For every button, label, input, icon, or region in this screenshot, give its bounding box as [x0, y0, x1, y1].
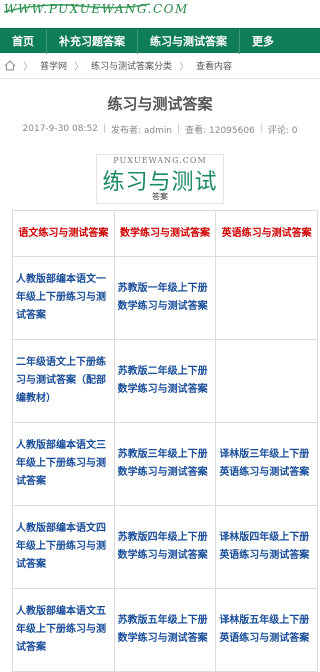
author: 发布者: admin: [110, 125, 173, 136]
breadcrumb-category[interactable]: 练习与测试答案分类: [91, 59, 172, 72]
math-answer-link[interactable]: 苏教版二年级上下册数学练习与测试答案: [113, 339, 217, 423]
nav-supplementary-exercises[interactable]: 补充习题答案: [47, 29, 137, 54]
chinese-answer-link[interactable]: 人教版部编本语文五年级上下册练习与测试答案: [12, 588, 115, 672]
english-answer-link[interactable]: 译林版三年级上下册英语练习与测试答案: [215, 422, 318, 506]
math-answer-link[interactable]: 苏教版五年级上下册数学练习与测试答案: [113, 588, 217, 672]
breadcrumb: 〉 普学网 〉 练习与测试答案分类 〉 查看内容: [0, 53, 320, 79]
table-header-row: 语文练习与测试答案 数学练习与测试答案 英语练习与测试答案: [12, 210, 318, 257]
article-meta: 2017-9-30 08:52 | 发布者: admin | 查看: 12095…: [0, 122, 320, 136]
meta-separator: |: [259, 124, 263, 134]
math-answer-link[interactable]: 苏教版三年级上下册数学练习与测试答案: [113, 422, 217, 506]
site-logo-text: WWW.PUXUEWANG.COM: [4, 2, 189, 16]
meta-separator: |: [102, 124, 106, 134]
english-answer-link[interactable]: 译林版五年级上下册英语练习与测试答案: [215, 588, 318, 672]
nav-more[interactable]: 更多: [240, 29, 286, 54]
header-chinese: 语文练习与测试答案: [12, 210, 115, 257]
header-english: 英语练习与测试答案: [215, 210, 318, 257]
answers-table: 语文练习与测试答案 数学练习与测试答案 英语练习与测试答案 人教版部编本语文一年…: [12, 210, 318, 672]
view-count: 查看: 12095606: [185, 125, 255, 136]
breadcrumb-site[interactable]: 普学网: [40, 59, 67, 72]
main-nav: 首页 补充习题答案 练习与测试答案 更多: [0, 28, 320, 54]
home-icon[interactable]: [4, 60, 16, 71]
table-row: 人教版部编本语文四年级上下册练习与测试答案 苏教版四年级上下册数学练习与测试答案…: [12, 505, 318, 589]
site-logo-banner[interactable]: WWW.PUXUEWANG.COM: [0, 0, 320, 28]
table-row: 人教版部编本语文三年级上下册练习与测试答案 苏教版三年级上下册数学练习与测试答案…: [12, 422, 318, 506]
english-answer-link[interactable]: 译林版四年级上下册英语练习与测试答案: [215, 505, 318, 589]
table-row: 人教版部编本语文一年级上下册练习与测试答案 苏教版一年级上下册数学练习与测试答案: [12, 256, 318, 340]
empty-cell: [215, 256, 318, 340]
publish-date: 2017-9-30 08:52: [22, 124, 98, 134]
article-logo-image: PUXUEWANG.COM 练习与测试 答案: [96, 154, 224, 204]
table-row: 二年级语文上下册练习与测试答案（配部编教材） 苏教版二年级上下册数学练习与测试答…: [12, 339, 318, 423]
chinese-answer-link[interactable]: 人教版部编本语文四年级上下册练习与测试答案: [12, 505, 115, 589]
nav-practice-test-answers[interactable]: 练习与测试答案: [138, 29, 239, 54]
comment-count: 评论: 0: [267, 125, 298, 136]
math-answer-link[interactable]: 苏教版四年级上下册数学练习与测试答案: [113, 505, 217, 589]
header-math: 数学练习与测试答案: [113, 210, 217, 257]
chevron-right-icon: 〉: [23, 62, 33, 73]
chinese-answer-link[interactable]: 人教版部编本语文一年级上下册练习与测试答案: [12, 256, 115, 340]
table-row: 人教版部编本语文五年级上下册练习与测试答案 苏教版五年级上下册数学练习与测试答案…: [12, 588, 318, 672]
page-title: 练习与测试答案: [107, 95, 213, 113]
chevron-right-icon: 〉: [74, 62, 85, 73]
empty-cell: [215, 339, 318, 423]
chinese-answer-link[interactable]: 人教版部编本语文三年级上下册练习与测试答案: [12, 422, 115, 506]
chinese-answer-link[interactable]: 二年级语文上下册练习与测试答案（配部编教材）: [12, 339, 115, 423]
breadcrumb-current: 查看内容: [196, 62, 233, 72]
article-logo-subtitle: 答案: [152, 192, 168, 201]
meta-separator: |: [177, 124, 181, 134]
math-answer-link[interactable]: 苏教版一年级上下册数学练习与测试答案: [113, 256, 217, 340]
nav-home[interactable]: 首页: [0, 29, 46, 54]
chevron-right-icon: 〉: [179, 62, 190, 73]
